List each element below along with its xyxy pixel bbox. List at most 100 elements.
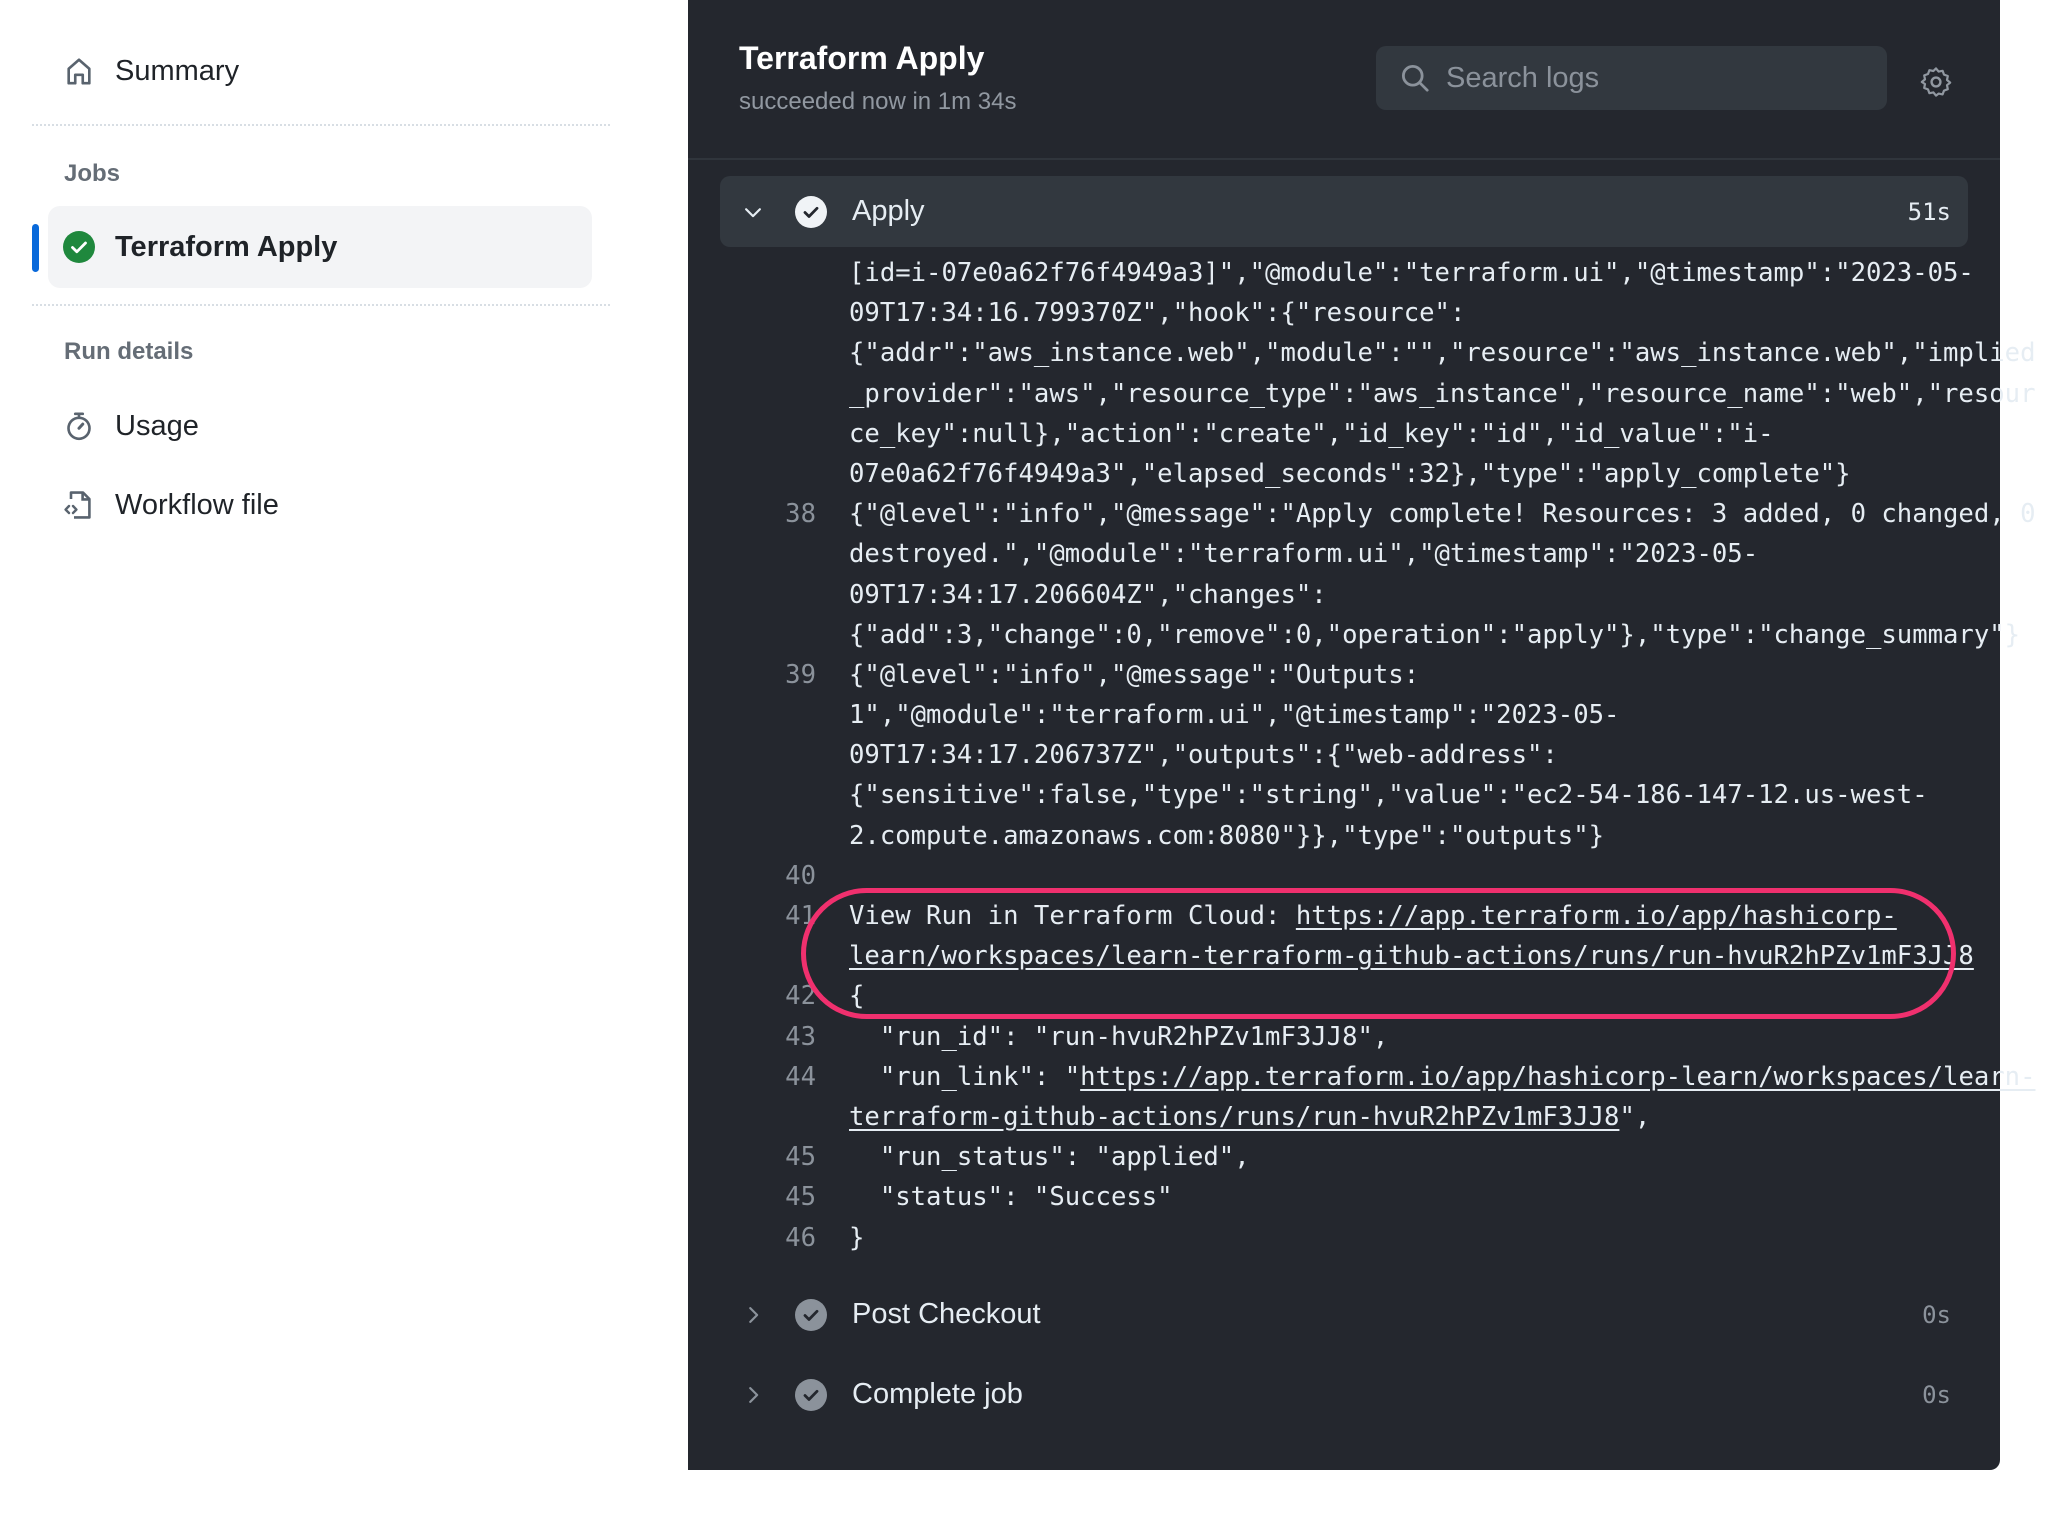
log-line: terraform-github-actions/runs/run-hvuR2h… — [688, 1097, 2000, 1137]
home-icon — [62, 54, 96, 88]
sidebar-item-job-terraform-apply[interactable]: Terraform Apply — [48, 206, 592, 288]
log-link[interactable]: learn/workspaces/learn-terraform-github-… — [849, 941, 1974, 971]
log-segment: "run_link": " — [849, 1062, 1080, 1092]
search-logs-field[interactable] — [1376, 46, 1887, 110]
log-output: [id=i-07e0a62f76f4949a3]","@module":"ter… — [688, 253, 2000, 1258]
sidebar-item-workflow-file[interactable]: Workflow file — [48, 475, 592, 535]
log-segment: {"sensitive":false,"type":"string","valu… — [849, 780, 1928, 810]
step-label: Complete job — [852, 1378, 1023, 1411]
log-text: 1","@module":"terraform.ui","@timestamp"… — [849, 695, 1619, 735]
search-logs-input[interactable] — [1444, 61, 1868, 96]
log-line: 39 {"@level":"info","@message":"Outputs: — [688, 655, 2000, 695]
log-text: [id=i-07e0a62f76f4949a3]","@module":"ter… — [849, 253, 1974, 293]
log-segment: destroyed.","@module":"terraform.ui","@t… — [849, 539, 1758, 569]
log-text: 09T17:34:17.206604Z","changes": — [849, 575, 1327, 615]
chevron-right-icon[interactable] — [738, 1304, 768, 1326]
log-link[interactable]: https://app.terraform.io/app/hashicorp- — [1296, 901, 1897, 931]
selected-indicator — [32, 224, 39, 272]
log-text: "status": "Success" — [849, 1177, 1173, 1217]
line-number[interactable]: 45 — [748, 1137, 816, 1177]
line-number[interactable]: 38 — [748, 494, 816, 534]
file-code-icon — [62, 488, 96, 522]
line-number[interactable]: 42 — [748, 976, 816, 1016]
log-text: {"addr":"aws_instance.web","module":"","… — [849, 333, 2035, 373]
log-line: 40 — [688, 856, 2000, 896]
check-circle-fill-icon — [794, 1298, 828, 1332]
log-segment: ", — [1619, 1102, 1650, 1132]
sidebar-item-summary[interactable]: Summary — [48, 41, 592, 101]
log-segment: View Run in Terraform Cloud: — [849, 901, 1296, 931]
log-segment: } — [849, 1223, 864, 1253]
log-link[interactable]: https://app.terraform.io/app/hashicorp-l… — [1080, 1062, 2035, 1092]
log-text: "run_status": "applied", — [849, 1137, 1250, 1177]
log-segment: { — [849, 981, 864, 1011]
step-duration: 0s — [1922, 1381, 1951, 1409]
log-line: 45 "status": "Success" — [688, 1177, 2000, 1217]
gear-icon[interactable] — [1920, 66, 1952, 98]
line-number[interactable]: 45 — [748, 1177, 816, 1217]
log-line: learn/workspaces/learn-terraform-github-… — [688, 936, 2000, 976]
log-line: [id=i-07e0a62f76f4949a3]","@module":"ter… — [688, 253, 2000, 293]
step-label: Apply — [852, 195, 925, 228]
log-text: ce_key":null},"action":"create","id_key"… — [849, 414, 1774, 454]
step-label: Post Checkout — [852, 1298, 1041, 1331]
log-line: 07e0a62f76f4949a3","elapsed_seconds":32}… — [688, 454, 2000, 494]
log-segment: {"add":3,"change":0,"remove":0,"operatio… — [849, 620, 2020, 650]
line-number[interactable]: 41 — [748, 896, 816, 936]
run-details-heading: Run details — [64, 338, 193, 366]
job-log-panel: Terraform Apply succeeded now in 1m 34s … — [688, 0, 2000, 1470]
log-text: 09T17:34:17.206737Z","outputs":{"web-add… — [849, 735, 1558, 775]
log-line: 42 { — [688, 976, 2000, 1016]
line-number[interactable]: 46 — [748, 1218, 816, 1258]
log-segment: 09T17:34:16.799370Z","hook":{"resource": — [849, 298, 1465, 328]
sidebar-item-label: Terraform Apply — [115, 231, 337, 264]
chevron-down-icon[interactable] — [738, 201, 768, 223]
sidebar-item-label: Usage — [115, 410, 199, 443]
check-circle-fill-icon — [794, 195, 828, 229]
log-text: _provider":"aws","resource_type":"aws_in… — [849, 374, 2035, 414]
job-title: Terraform Apply — [739, 40, 984, 77]
log-line: {"sensitive":false,"type":"string","valu… — [688, 775, 2000, 815]
log-line: {"addr":"aws_instance.web","module":"","… — [688, 333, 2000, 373]
log-text: {"@level":"info","@message":"Outputs: — [849, 655, 1419, 695]
log-segment: "run_id": "run-hvuR2hPZv1mF3JJ8", — [849, 1022, 1388, 1052]
sidebar-item-usage[interactable]: Usage — [48, 396, 592, 456]
log-text: {"sensitive":false,"type":"string","valu… — [849, 775, 1928, 815]
log-segment: "run_status": "applied", — [849, 1142, 1250, 1172]
log-line: ce_key":null},"action":"create","id_key"… — [688, 414, 2000, 454]
log-text: destroyed.","@module":"terraform.ui","@t… — [849, 534, 1758, 574]
step-apply[interactable]: Apply 51s — [720, 176, 1968, 247]
log-line: 44 "run_link": "https://app.terraform.io… — [688, 1057, 2000, 1097]
log-line: 38{"@level":"info","@message":"Apply com… — [688, 494, 2000, 534]
log-line: 09T17:34:17.206737Z","outputs":{"web-add… — [688, 735, 2000, 775]
log-segment: 1","@module":"terraform.ui","@timestamp"… — [849, 700, 1619, 730]
step-complete-job[interactable]: Complete job 0s — [720, 1359, 1968, 1430]
log-line: 41 View Run in Terraform Cloud: https://a… — [688, 896, 2000, 936]
log-segment: {"addr":"aws_instance.web","module":"","… — [849, 338, 2035, 368]
log-text: 07e0a62f76f4949a3","elapsed_seconds":32}… — [849, 454, 1851, 494]
line-number[interactable]: 40 — [748, 856, 816, 896]
log-line: 2.compute.amazonaws.com:8080"}},"type":"… — [688, 816, 2000, 856]
job-status-text: succeeded now in 1m 34s — [739, 88, 1017, 116]
log-line: _provider":"aws","resource_type":"aws_in… — [688, 374, 2000, 414]
log-line: destroyed.","@module":"terraform.ui","@t… — [688, 534, 2000, 574]
step-post-checkout[interactable]: Post Checkout 0s — [720, 1279, 1968, 1350]
sidebar: Summary Jobs Terraform Apply Run details… — [0, 0, 660, 1536]
log-segment: [id=i-07e0a62f76f4949a3]","@module":"ter… — [849, 258, 1974, 288]
line-number[interactable]: 43 — [748, 1017, 816, 1057]
step-duration: 51s — [1908, 198, 1951, 226]
log-segment: _provider":"aws","resource_type":"aws_in… — [849, 379, 2035, 409]
sidebar-item-label: Workflow file — [115, 489, 279, 522]
sidebar-item-label: Summary — [115, 55, 239, 88]
line-number[interactable]: 44 — [748, 1057, 816, 1097]
log-line: {"add":3,"change":0,"remove":0,"operatio… — [688, 615, 2000, 655]
log-text: { — [849, 976, 864, 1016]
log-line: 45 "run_status": "applied", — [688, 1137, 2000, 1177]
log-segment: 09T17:34:17.206604Z","changes": — [849, 580, 1327, 610]
stopwatch-icon — [62, 409, 96, 443]
chevron-right-icon[interactable] — [738, 1384, 768, 1406]
log-text: {"@level":"info","@message":"Apply compl… — [849, 494, 2035, 534]
log-link[interactable]: terraform-github-actions/runs/run-hvuR2h… — [849, 1102, 1619, 1132]
line-number[interactable]: 39 — [748, 655, 816, 695]
log-segment: 2.compute.amazonaws.com:8080"}},"type":"… — [849, 821, 1604, 851]
